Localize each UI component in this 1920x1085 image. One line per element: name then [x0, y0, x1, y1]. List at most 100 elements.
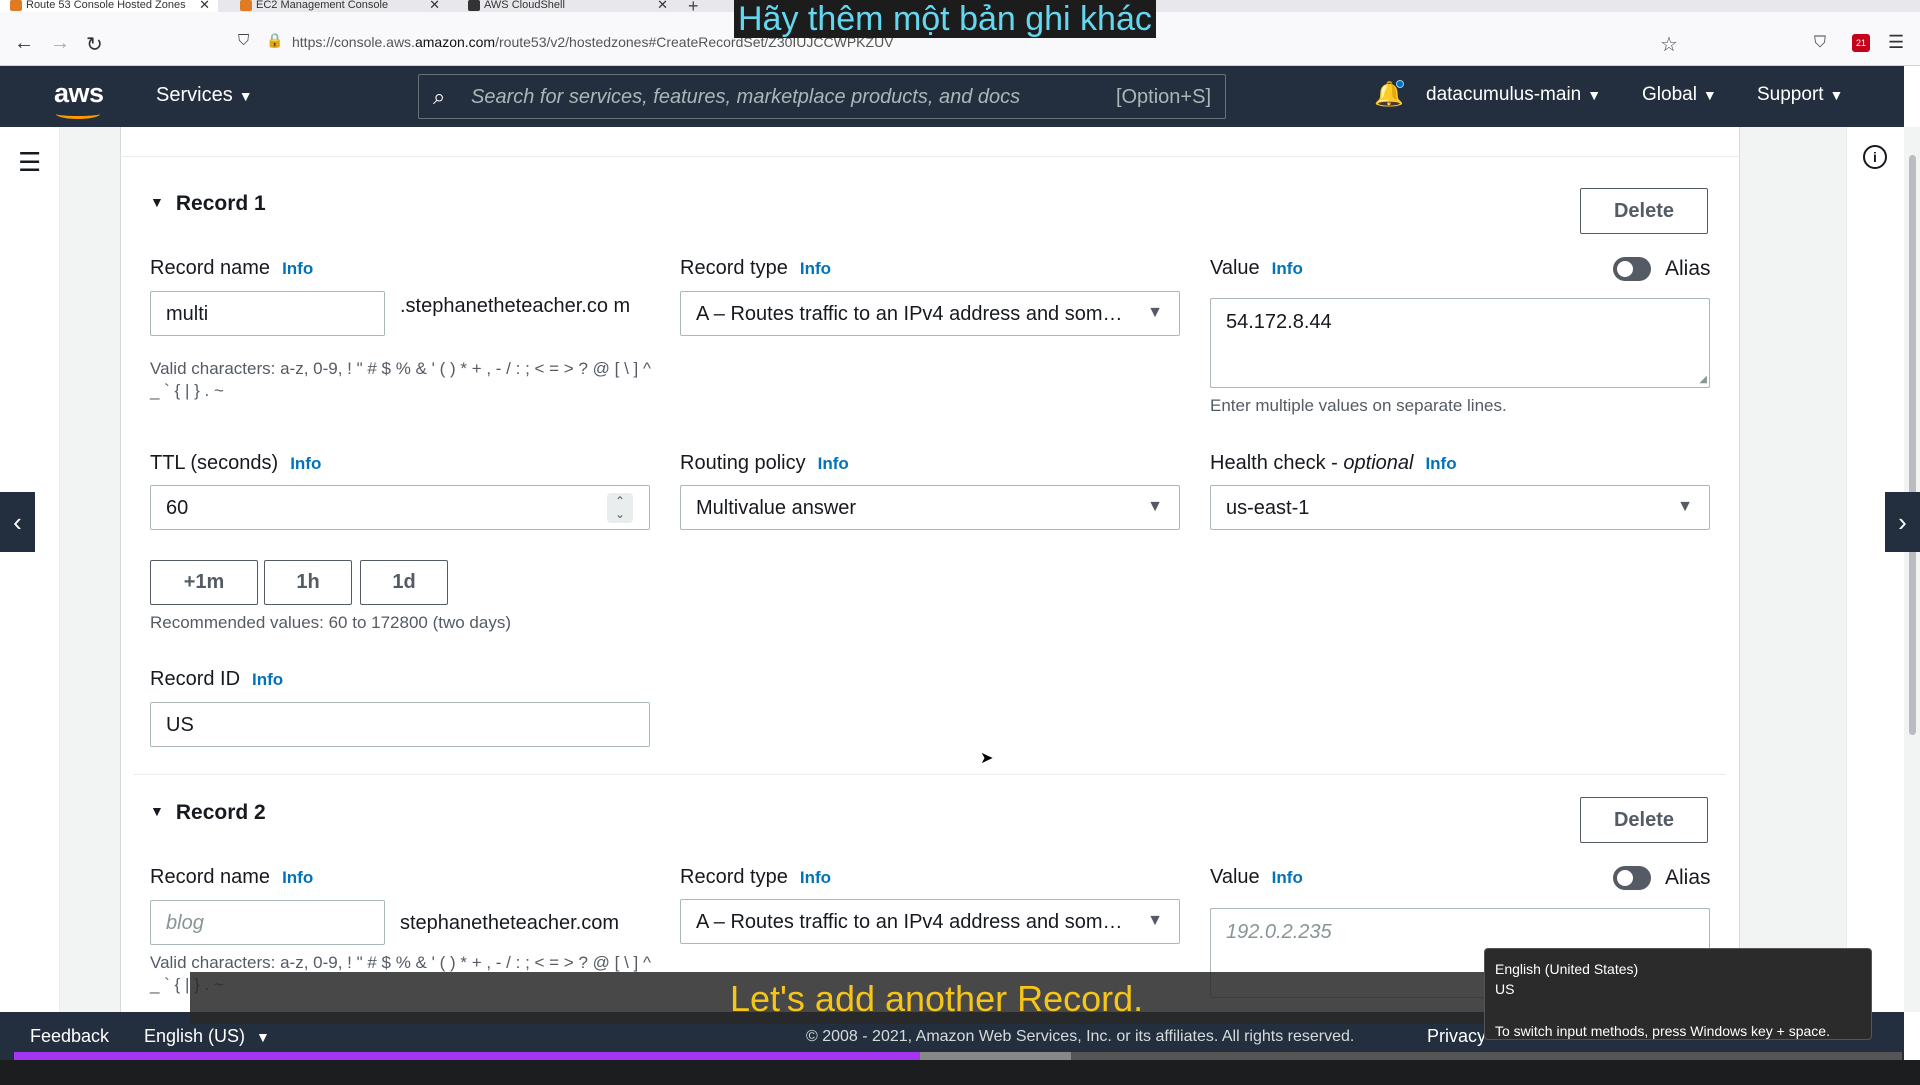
- extension-icon[interactable]: 21: [1852, 34, 1870, 52]
- info-link[interactable]: Info: [800, 259, 831, 278]
- tab-route53[interactable]: Route 53 Console Hosted Zones ✕: [0, 0, 218, 12]
- delete-record-1-button[interactable]: Delete: [1580, 188, 1708, 234]
- close-tab-icon[interactable]: ✕: [657, 0, 668, 11]
- tab-cloudshell[interactable]: AWS CloudShell ✕: [458, 0, 676, 12]
- collapse-triangle-icon: ▼: [150, 194, 164, 210]
- page-scrollbar[interactable]: [1904, 127, 1920, 1012]
- scrollbar-thumb[interactable]: [1909, 155, 1916, 735]
- aws-top-nav: aws Services ▼ ⌕ Search for services, fea…: [0, 66, 1904, 127]
- record-1-header[interactable]: ▼ Record 1: [150, 192, 266, 216]
- info-link[interactable]: Info: [1272, 259, 1303, 278]
- delete-record-2-button[interactable]: Delete: [1580, 797, 1708, 843]
- video-buffered-bar: [920, 1052, 1072, 1060]
- route53-favicon-icon: [10, 0, 22, 11]
- domain-suffix: .stephanetheteacher.co m: [400, 295, 631, 317]
- search-placeholder: Search for services, features, marketpla…: [471, 86, 1021, 108]
- record-type-label: Record type Info: [680, 866, 831, 888]
- video-progress-fill: [14, 1052, 921, 1060]
- record-divider: [134, 774, 1726, 775]
- record-name-input[interactable]: multi: [150, 291, 385, 336]
- caret-down-icon: ▼: [1702, 87, 1717, 103]
- resize-handle-icon[interactable]: ◢: [1699, 374, 1707, 385]
- tab-ec2[interactable]: EC2 Management Console ✕: [230, 0, 448, 12]
- account-menu[interactable]: datacumulus-main ▼: [1426, 84, 1601, 106]
- domain-suffix: stephanetheteacher.com: [400, 912, 620, 934]
- ttl-1h-button[interactable]: 1h: [264, 560, 352, 605]
- services-menu[interactable]: Services ▼: [156, 84, 253, 107]
- caret-down-icon: ▼: [1677, 498, 1693, 515]
- record-id-label: Record ID Info: [150, 668, 284, 690]
- tooltip-line: US: [1495, 981, 1515, 997]
- caret-down-icon: ▼: [1147, 912, 1163, 929]
- aws-logo[interactable]: aws: [54, 78, 104, 109]
- alias-toggle[interactable]: [1613, 866, 1651, 890]
- subtitle-top: Hãy thêm một bản ghi khác: [734, 0, 1156, 38]
- info-panel-icon[interactable]: i: [1863, 145, 1887, 169]
- info-link[interactable]: Info: [290, 454, 321, 473]
- info-link[interactable]: Info: [818, 454, 849, 473]
- ttl-plus-1m-button[interactable]: +1m: [150, 560, 258, 605]
- input-method-tooltip: English (United States) US To switch inp…: [1484, 948, 1872, 1040]
- video-controls: [0, 1060, 1920, 1085]
- number-spinner-icon[interactable]: ⌃ ⌄: [607, 493, 633, 523]
- bookmark-star-icon[interactable]: ☆: [1660, 32, 1678, 57]
- ec2-favicon-icon: [240, 0, 252, 11]
- info-link[interactable]: Info: [282, 259, 313, 278]
- close-tab-icon[interactable]: ✕: [199, 0, 210, 11]
- region-menu[interactable]: Global ▼: [1642, 84, 1717, 106]
- search-icon: ⌕: [433, 84, 446, 109]
- support-menu[interactable]: Support ▼: [1757, 84, 1843, 106]
- info-link[interactable]: Info: [1425, 454, 1456, 473]
- record-2-header[interactable]: ▼ Record 2: [150, 801, 266, 825]
- info-link[interactable]: Info: [800, 868, 831, 887]
- forward-icon[interactable]: →: [50, 32, 70, 55]
- caret-down-icon: ▼: [1147, 498, 1163, 515]
- left-rail: ☰: [0, 127, 60, 1012]
- health-check-label: Health check - optional Info: [1210, 452, 1457, 474]
- alias-toggle[interactable]: [1613, 257, 1651, 281]
- reload-icon[interactable]: ↻: [86, 32, 103, 57]
- shield-icon: ⛉: [238, 32, 250, 49]
- alias-label: Alias: [1665, 866, 1711, 889]
- caret-down-icon: ▼: [238, 88, 253, 104]
- aws-smile-icon: [56, 109, 100, 119]
- feedback-link[interactable]: Feedback: [30, 1026, 109, 1047]
- tab-title: Route 53 Console Hosted Zones: [26, 0, 186, 11]
- pocket-icon[interactable]: ⛉: [1814, 34, 1826, 52]
- ttl-1d-button[interactable]: 1d: [360, 560, 448, 605]
- record-type-select[interactable]: A – Routes traffic to an IPv4 address an…: [680, 899, 1180, 944]
- record-name-input[interactable]: blog: [150, 900, 385, 945]
- caret-down-icon: ▼: [256, 1029, 270, 1045]
- hamburger-menu-icon[interactable]: ☰: [18, 147, 41, 178]
- next-slide-arrow-icon[interactable]: ›: [1885, 492, 1920, 552]
- right-rail: i: [1846, 127, 1904, 1012]
- routing-policy-label: Routing policy Info: [680, 452, 849, 474]
- ttl-label: TTL (seconds) Info: [150, 452, 322, 474]
- back-icon[interactable]: ←: [14, 32, 34, 55]
- alias-label: Alias: [1665, 257, 1711, 280]
- record-id-input[interactable]: US: [150, 702, 650, 747]
- ttl-input[interactable]: 60: [150, 485, 650, 530]
- health-check-select[interactable]: us-east-1 ▼: [1210, 485, 1710, 530]
- privacy-link[interactable]: Privacy: [1427, 1026, 1486, 1047]
- previous-slide-arrow-icon[interactable]: ‹: [0, 492, 35, 552]
- info-link[interactable]: Info: [252, 670, 283, 689]
- video-progress-bar[interactable]: [14, 1052, 1902, 1060]
- routing-policy-select[interactable]: Multivalue answer ▼: [680, 485, 1180, 530]
- info-link[interactable]: Info: [282, 868, 313, 887]
- value-hint: Enter multiple values on separate lines.: [1210, 396, 1507, 415]
- search-input[interactable]: ⌕ Search for services, features, marketp…: [418, 74, 1226, 119]
- info-link[interactable]: Info: [1272, 868, 1303, 887]
- record-type-label: Record type Info: [680, 257, 831, 279]
- value-label: Value Info: [1210, 257, 1303, 279]
- caret-down-icon: ▼: [1829, 87, 1844, 103]
- language-selector[interactable]: English (US) ▼: [144, 1026, 270, 1047]
- close-tab-icon[interactable]: ✕: [429, 0, 440, 11]
- browser-menu-icon[interactable]: ☰: [1888, 32, 1904, 53]
- record-type-select[interactable]: A – Routes traffic to an IPv4 address an…: [680, 291, 1180, 336]
- tab-title: AWS CloudShell: [484, 0, 565, 11]
- search-shortcut: [Option+S]: [1115, 86, 1211, 108]
- value-textarea[interactable]: 54.172.8.44 ◢: [1210, 298, 1710, 388]
- value-label: Value Info: [1210, 866, 1303, 888]
- cloudshell-favicon-icon: [468, 0, 480, 11]
